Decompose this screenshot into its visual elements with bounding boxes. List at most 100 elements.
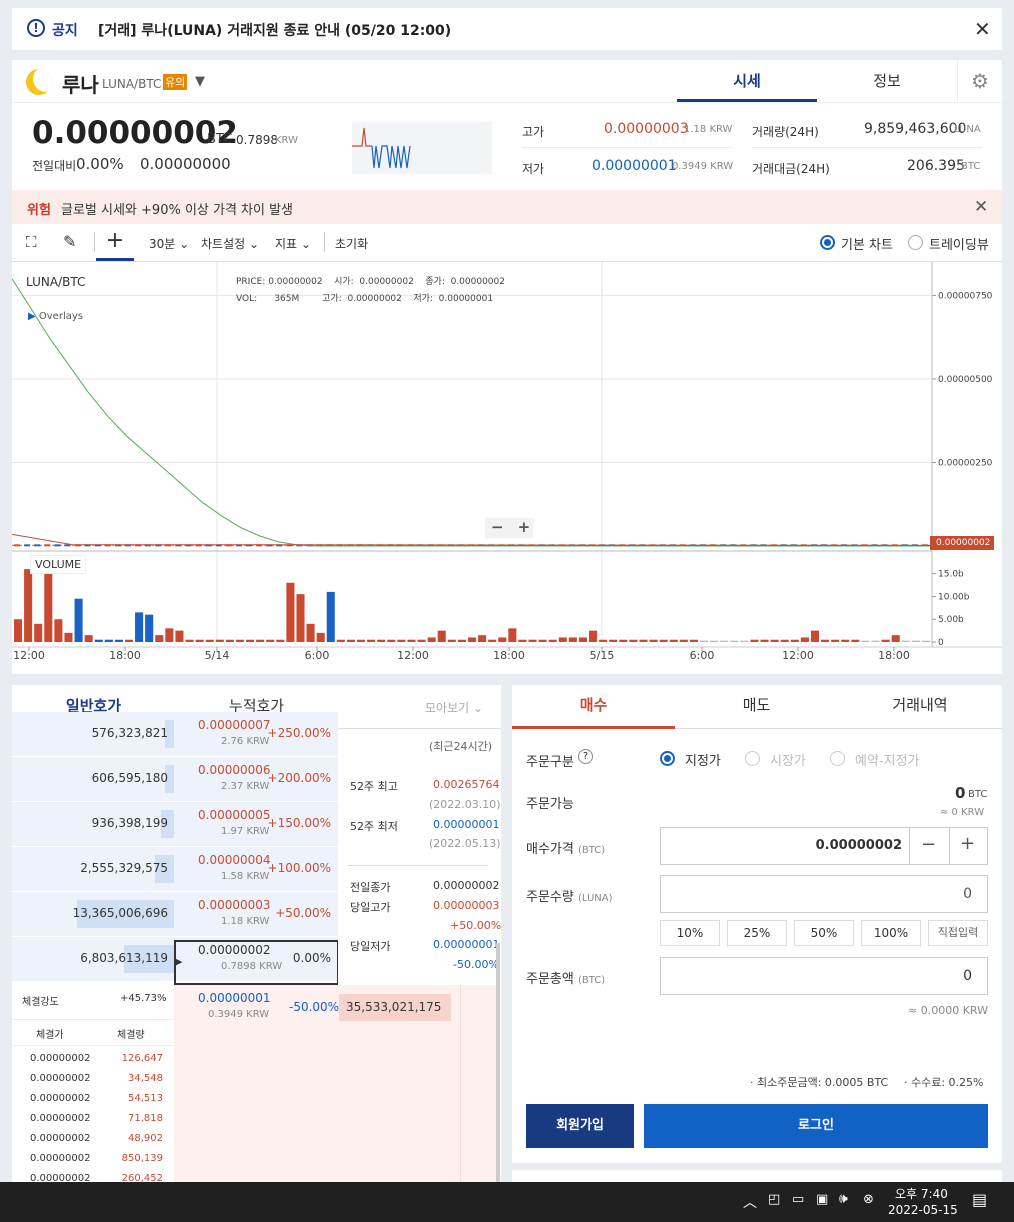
volume-bar bbox=[831, 639, 840, 642]
battery-icon[interactable]: ▭ bbox=[792, 1192, 804, 1207]
reserved-order-radio[interactable] bbox=[830, 751, 845, 766]
x-tick-label: 5/15 bbox=[590, 649, 615, 662]
volume-bar bbox=[760, 639, 769, 642]
volume-bar bbox=[94, 639, 103, 642]
tab-sell[interactable]: 매도 bbox=[675, 685, 838, 729]
ask-row[interactable]: 13,365,006,696 0.00000003 1.18 KRW +50.0… bbox=[12, 892, 338, 937]
volume-bar bbox=[145, 614, 154, 642]
price-increase-button[interactable]: + bbox=[960, 833, 975, 854]
tradingview-radio[interactable] bbox=[908, 235, 923, 250]
ohlc-info: PRICE: 0.00000002 시가: 0.00000002 종가: 0.0… bbox=[236, 277, 505, 304]
indicators-menu[interactable]: 지표 ⌄ bbox=[275, 235, 311, 252]
bid-price: 0.00000001 bbox=[198, 991, 271, 1005]
crosshair-icon[interactable]: + bbox=[96, 224, 134, 261]
x-tick-label: 12:00 bbox=[782, 649, 814, 662]
ask-qty: 2,555,329,575 bbox=[80, 861, 168, 875]
volume-bar bbox=[679, 639, 688, 642]
fullscreen-icon[interactable]: ⛶ bbox=[26, 233, 37, 251]
volume-bar bbox=[195, 639, 204, 642]
ask-row[interactable]: 606,595,180 0.00000006 2.37 KRW +200.00% bbox=[12, 757, 338, 802]
ask-row[interactable]: 936,398,199 0.00000005 1.97 KRW +150.00% bbox=[12, 802, 338, 847]
tab-buy[interactable]: 매수 bbox=[512, 685, 675, 729]
limit-order-radio[interactable] bbox=[660, 751, 675, 766]
zoom-out-button[interactable]: − bbox=[491, 518, 504, 536]
login-button[interactable]: 로그인 bbox=[644, 1104, 988, 1148]
order-panel: 매수 매도 거래내역 주문구분 ? 지정가 시장가 예약-지정가 주문가능 0 … bbox=[512, 685, 1002, 1163]
luna-logo-icon bbox=[26, 69, 52, 95]
ask-row[interactable]: 2,555,329,575 0.00000004 1.58 KRW +100.0… bbox=[12, 847, 338, 892]
pencil-icon[interactable]: ✎ bbox=[63, 232, 76, 251]
ask-qty: 576,323,821 bbox=[91, 726, 168, 740]
network-icon[interactable]: ▣ bbox=[816, 1192, 828, 1207]
action-center-icon[interactable]: ▤ bbox=[972, 1190, 987, 1209]
price-krw: 0.7898 bbox=[236, 133, 278, 147]
signup-button[interactable]: 회원가입 bbox=[526, 1104, 634, 1148]
camera-icon[interactable]: ◰ bbox=[768, 1192, 780, 1207]
volume-bar bbox=[437, 630, 446, 642]
help-icon[interactable]: ? bbox=[578, 749, 593, 764]
x-tick-label: 18:00 bbox=[878, 649, 910, 662]
last-price-tag: 0.00000002 bbox=[930, 536, 995, 550]
close-icon[interactable]: ✕ bbox=[974, 17, 991, 41]
volume-bar bbox=[417, 639, 426, 642]
tab-info[interactable]: 정보 bbox=[817, 60, 957, 102]
price-input[interactable]: 0.00000002 − + bbox=[660, 827, 988, 865]
speaker-icon[interactable]: 🕪 bbox=[839, 1191, 848, 1207]
ask-row[interactable]: 576,323,821 0.00000007 2.76 KRW +250.00% bbox=[12, 712, 338, 757]
clock-date[interactable]: 2022-05-15 bbox=[888, 1203, 958, 1217]
x-tick-label: 12:00 bbox=[397, 649, 429, 662]
chevron-down-icon[interactable]: ▼ bbox=[195, 74, 205, 89]
volume-tick-label: 15.0b bbox=[938, 570, 964, 580]
market-order-radio[interactable] bbox=[745, 751, 760, 766]
tab-history[interactable]: 거래내역 bbox=[838, 685, 1002, 729]
volume-24h: 9,859,463,600 bbox=[864, 121, 967, 137]
basic-chart-radio[interactable] bbox=[820, 235, 835, 250]
tab-quote[interactable]: 시세 bbox=[677, 60, 817, 102]
scrollbar[interactable] bbox=[496, 943, 500, 1182]
volume-bar bbox=[114, 639, 123, 642]
volume-bar bbox=[800, 637, 809, 642]
price-chart[interactable]: 0.00000750 0.00000500 0.00000250 15.0b 10.00… bbox=[12, 262, 1002, 674]
view-mode-select[interactable]: 모아보기 ⌄ bbox=[425, 699, 483, 716]
price-decrease-button[interactable]: − bbox=[921, 834, 936, 855]
y-tick-label: 0.00000500 bbox=[938, 375, 993, 385]
volume-bar bbox=[488, 639, 497, 642]
chevron-up-icon[interactable]: ︿ bbox=[743, 1192, 757, 1212]
volume-bar bbox=[659, 639, 668, 642]
total-input[interactable]: 0 bbox=[660, 957, 988, 995]
volume-bar bbox=[246, 639, 255, 642]
overlays-toggle[interactable]: ▶ Overlays bbox=[28, 311, 83, 322]
chart-settings-menu[interactable]: 차트설정 ⌄ bbox=[201, 235, 259, 252]
notice-text[interactable]: [거래] 루나(LUNA) 거래지원 종료 안내 (05/20 12:00) bbox=[98, 20, 451, 40]
volume-bar bbox=[891, 635, 900, 642]
ask-price: 0.00000005 bbox=[198, 808, 271, 822]
pct-25-button[interactable]: 25% bbox=[727, 920, 787, 946]
change-percent: 0.00% bbox=[76, 155, 124, 173]
notification-off-icon[interactable]: ⊗ bbox=[863, 1192, 874, 1207]
clock-time[interactable]: 오후 7:40 bbox=[895, 1185, 948, 1202]
pct-100-button[interactable]: 100% bbox=[861, 920, 921, 946]
custom-input-button[interactable]: 직접입력 bbox=[928, 920, 988, 946]
current-price-row[interactable] bbox=[174, 940, 339, 985]
volume-bar bbox=[750, 639, 759, 642]
close-icon[interactable]: ✕ bbox=[974, 197, 988, 217]
short-average-line bbox=[12, 533, 933, 546]
pct-50-button[interactable]: 50% bbox=[794, 920, 854, 946]
volume-bar bbox=[276, 639, 285, 642]
pct-10-button[interactable]: 10% bbox=[660, 920, 720, 946]
risk-warning: 위험 글로벌 시세와 +90% 이상 가격 차이 발생 ✕ bbox=[12, 190, 1002, 224]
volume-bar bbox=[407, 639, 416, 642]
volume-bar bbox=[629, 639, 638, 642]
volume-bar bbox=[599, 639, 608, 642]
ask-price: 0.00000006 bbox=[198, 763, 271, 777]
volume-bar bbox=[689, 639, 698, 642]
quantity-input[interactable]: 0 bbox=[660, 875, 988, 913]
volume-bar bbox=[467, 637, 477, 642]
reset-button[interactable]: 초기화 bbox=[335, 235, 368, 252]
gear-icon[interactable]: ⚙ bbox=[957, 60, 1002, 102]
zoom-in-button[interactable]: + bbox=[518, 518, 531, 536]
trade-row: 0.00000002 260,452 bbox=[30, 1173, 163, 1182]
volume-bar bbox=[710, 640, 719, 642]
volume-bar bbox=[336, 639, 345, 642]
interval-select[interactable]: 30분 ⌄ bbox=[149, 235, 189, 252]
